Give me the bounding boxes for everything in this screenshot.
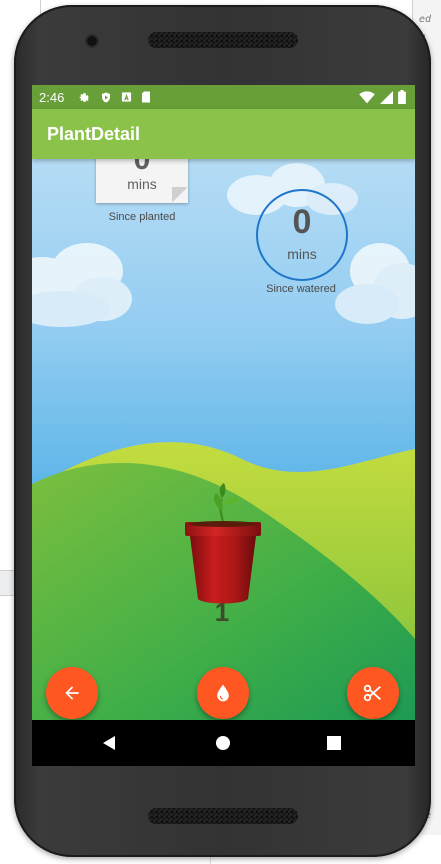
recents-square-icon xyxy=(327,736,341,750)
front-camera xyxy=(87,36,97,46)
cloud-left xyxy=(32,243,132,327)
a-badge-icon xyxy=(122,92,132,102)
battery-icon xyxy=(398,90,406,104)
since-planted-card: 0 mins xyxy=(96,159,188,203)
nav-home-button[interactable] xyxy=(210,730,236,756)
since-planted-value: 0 xyxy=(133,159,151,176)
app-title: PlantDetail xyxy=(47,124,141,144)
nav-recents-button[interactable] xyxy=(321,730,347,756)
arrow-left-icon xyxy=(65,686,79,700)
since-watered-label: Since watered xyxy=(266,283,336,295)
status-time: 2:46 xyxy=(39,89,65,105)
water-drop-icon xyxy=(217,684,229,702)
page-curl xyxy=(172,187,188,203)
wifi-icon xyxy=(359,90,375,103)
home-circle-icon xyxy=(216,736,230,750)
device-screen: 2:46 PlantDetail 0 mins Since planted 0 … xyxy=(32,85,415,766)
scene-background xyxy=(32,163,415,720)
back-triangle-icon xyxy=(103,736,115,750)
settings-icon xyxy=(79,92,90,102)
ide-text-fragment: ed xyxy=(419,14,432,25)
prune-button[interactable] xyxy=(347,667,399,719)
water-button[interactable] xyxy=(197,667,249,719)
signal-icon xyxy=(380,90,393,104)
nav-back-button[interactable] xyxy=(96,730,122,756)
system-nav-bar xyxy=(32,720,415,766)
app-bar: PlantDetail xyxy=(32,109,415,159)
plant-scene: 0 mins Since planted 0 mins Since watere… xyxy=(32,159,415,720)
status-bar: 2:46 xyxy=(32,85,415,109)
since-planted-label: Since planted xyxy=(108,211,176,223)
since-watered-ring: 0 mins xyxy=(256,189,348,281)
scissors-icon xyxy=(363,684,381,702)
sd-card-icon xyxy=(142,91,151,103)
back-button[interactable] xyxy=(46,667,98,719)
shield-icon xyxy=(102,92,111,102)
bottom-speaker xyxy=(148,808,298,824)
plant-count: 1 xyxy=(214,597,230,627)
since-watered-unit: mins xyxy=(287,246,317,262)
earpiece-speaker xyxy=(148,32,298,48)
since-watered-value: 0 xyxy=(292,203,312,241)
